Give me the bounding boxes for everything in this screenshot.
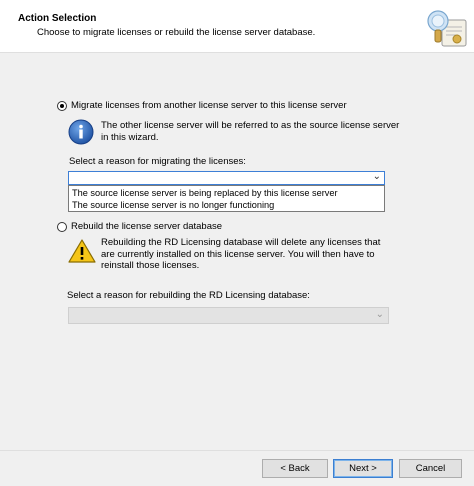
rebuild-option-label[interactable]: Rebuild the license server database (71, 221, 222, 232)
chevron-down-icon[interactable]: ⌄ (373, 171, 381, 182)
migrate-info-text: The other license server will be referre… (101, 120, 399, 143)
page-subtitle: Choose to migrate licenses or rebuild th… (37, 27, 316, 38)
wizard-header: Action Selection Choose to migrate licen… (0, 0, 474, 53)
rebuild-reason-label: Select a reason for rebuilding the RD Li… (67, 290, 310, 301)
info-line-1: The other license server will be referre… (101, 120, 400, 131)
migrate-reason-options: The source license server is being repla… (68, 185, 385, 212)
page-title: Action Selection (18, 13, 97, 24)
back-button[interactable]: < Back (262, 459, 328, 478)
dropdown-option[interactable]: The source license server is no longer f… (72, 200, 274, 210)
info-icon (68, 119, 94, 145)
chevron-down-icon: ⌄ (375, 309, 384, 320)
dropdown-option[interactable]: The source license server is being repla… (72, 188, 338, 198)
warning-line-3: reinstall those licenses. (101, 260, 200, 271)
rebuild-warning-text: Rebuilding the RD Licensing database wil… (101, 237, 380, 272)
license-server-wizard-icon (427, 10, 467, 47)
rebuild-radio[interactable] (57, 222, 67, 232)
warning-line-1: Rebuilding the RD Licensing database wil… (101, 237, 381, 248)
rebuild-reason-dropdown: ⌄ (68, 307, 389, 324)
next-button[interactable]: Next > (333, 459, 393, 478)
migrate-option-label[interactable]: Migrate licenses from another license se… (71, 100, 347, 111)
migrate-reason-dropdown[interactable]: ⌄ (68, 171, 385, 185)
migrate-reason-label: Select a reason for migrating the licens… (69, 156, 246, 167)
migrate-radio[interactable] (57, 101, 67, 111)
cancel-button[interactable]: Cancel (399, 459, 462, 478)
warning-icon (68, 239, 96, 263)
wizard-content: Migrate licenses from another license se… (0, 53, 474, 450)
warning-line-2: are currently installed on this license … (101, 248, 375, 260)
info-line-2: in this wizard. (101, 131, 159, 143)
